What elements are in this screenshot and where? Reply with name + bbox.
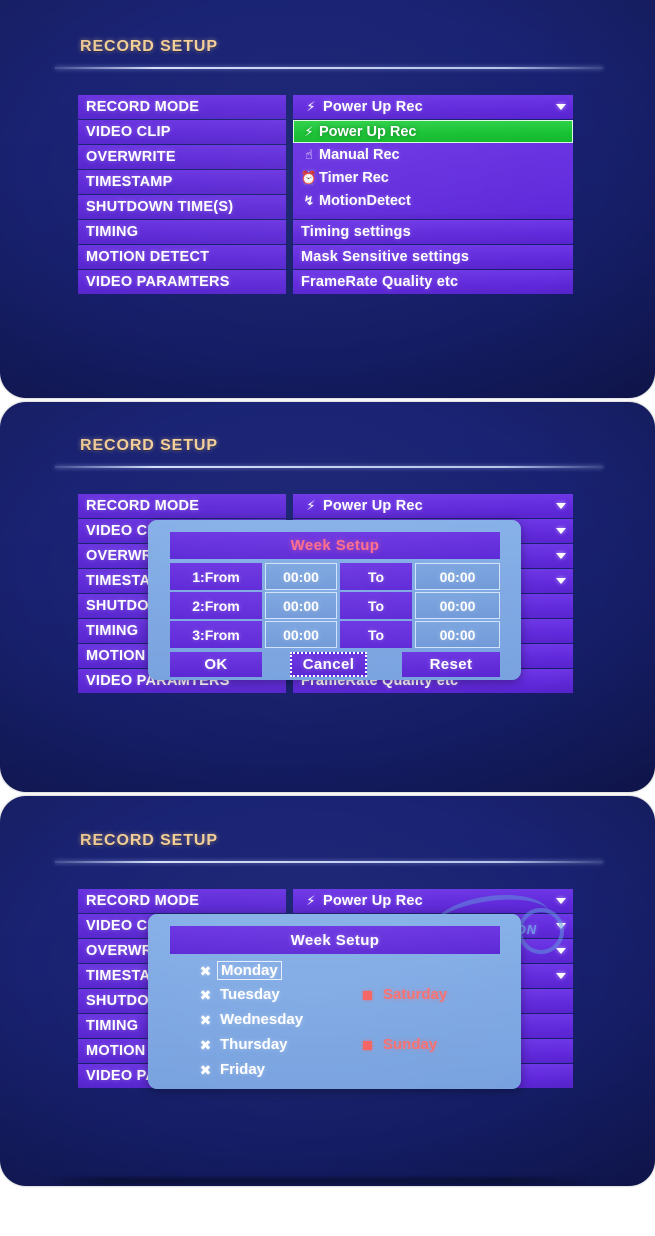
record-setup-screen-dropdown-open: RECORD SETUP RECORD MODE ⚡ Power Up Rec …: [0, 0, 655, 398]
check-mark-icon: ✖: [199, 1011, 212, 1028]
week-setup-days-dialog: Week Setup ✖ Monday ✖ Tuesday ✖ Wednesda…: [148, 914, 521, 1089]
menu-value-video-parameters[interactable]: FrameRate Quality etc: [293, 270, 573, 294]
chevron-down-icon[interactable]: [556, 948, 566, 954]
unchecked-box-icon: [361, 1038, 376, 1052]
title-divider: [55, 466, 603, 468]
week-setup-dialog-title: Week Setup: [170, 926, 500, 954]
dropdown-option-label: Manual Rec: [319, 146, 400, 163]
record-setup-screen-week-times-dialog: RECORD SETUP RECORD MODE ⚡ Power Up Rec …: [0, 402, 655, 792]
time-row-2-from-value[interactable]: 00:00: [265, 592, 337, 619]
power-bolt-icon: ⚡: [306, 99, 316, 114]
day-checkbox-tuesday[interactable]: ✖ Tuesday: [198, 986, 283, 1003]
menu-label-timing: TIMING: [78, 220, 286, 244]
screen-bottom-edge: [40, 1177, 600, 1185]
reset-button[interactable]: Reset: [402, 652, 500, 677]
day-label: Saturday: [383, 986, 448, 1003]
day-label: Sunday: [383, 1036, 438, 1053]
day-checkbox-friday[interactable]: ✖ Friday: [198, 1061, 268, 1078]
dropdown-option-power-up-rec[interactable]: ⚡ Power Up Rec: [293, 120, 573, 143]
chevron-down-icon[interactable]: [556, 898, 566, 904]
page-title: RECORD SETUP: [80, 437, 218, 454]
menu-value-motion-detect[interactable]: Mask Sensitive settings: [293, 245, 573, 269]
time-row-1-from-label: 1:From: [170, 563, 262, 590]
chevron-down-icon[interactable]: [556, 923, 566, 929]
running-person-icon: ↯: [303, 193, 315, 208]
cancel-button[interactable]: Cancel: [290, 652, 367, 677]
day-checkbox-monday[interactable]: ✖ Monday: [198, 961, 282, 980]
menu-value-record-mode-text: Power Up Rec: [323, 498, 423, 514]
menu-label-shutdown-time: SHUTDOWN TIME(S): [78, 195, 286, 219]
time-row-1-from-value[interactable]: 00:00: [265, 563, 337, 590]
menu-label-record-mode: RECORD MODE: [78, 95, 286, 119]
unchecked-box-icon: [361, 988, 376, 1002]
menu-value-motion-detect-text: Mask Sensitive settings: [301, 249, 470, 265]
time-row-1-to-value[interactable]: 00:00: [415, 563, 500, 590]
menu-label-video-parameters: VIDEO PARAMTERS: [78, 270, 286, 294]
week-setup-dialog-title: Week Setup: [170, 532, 500, 559]
chevron-down-icon[interactable]: [556, 553, 566, 559]
time-row-2-to-label: To: [340, 592, 412, 619]
check-mark-icon: ✖: [199, 962, 212, 979]
day-label: Tuesday: [220, 986, 280, 1003]
menu-value-timing-text: Timing settings: [301, 224, 411, 240]
time-row-3-to-label: To: [340, 621, 412, 648]
time-row-3-from-label: 3:From: [170, 621, 262, 648]
menu-value-video-parameters-text: FrameRate Quality etc: [301, 274, 459, 290]
menu-value-record-mode[interactable]: ⚡ Power Up Rec: [293, 95, 573, 119]
ok-button[interactable]: OK: [170, 652, 262, 677]
menu-label-overwrite: OVERWRITE: [78, 145, 286, 169]
check-mark-icon: ✖: [199, 1036, 212, 1053]
day-label: Thursday: [220, 1036, 288, 1053]
day-checkbox-sunday[interactable]: Sunday: [361, 1036, 440, 1053]
time-row-2-to-value[interactable]: 00:00: [415, 592, 500, 619]
chevron-down-icon[interactable]: [556, 503, 566, 509]
dropdown-option-label: Timer Rec: [319, 169, 389, 186]
dropdown-option-label: Power Up Rec: [319, 123, 417, 140]
day-checkbox-saturday[interactable]: Saturday: [361, 986, 450, 1003]
menu-label-video-clip: VIDEO CLIP: [78, 120, 286, 144]
dropdown-option-timer-rec[interactable]: ⏰ Timer Rec: [293, 166, 573, 189]
check-mark-icon: ✖: [199, 1061, 212, 1078]
menu-label-timestamp: TIMESTAMP: [78, 170, 286, 194]
chevron-down-icon[interactable]: [556, 578, 566, 584]
day-label: Friday: [220, 1061, 266, 1078]
menu-label-record-mode: RECORD MODE: [78, 494, 286, 518]
chevron-down-icon[interactable]: [556, 973, 566, 979]
dropdown-option-motion-detect[interactable]: ↯ MotionDetect: [293, 189, 573, 212]
power-bolt-icon: ⚡: [306, 893, 316, 908]
menu-value-record-mode[interactable]: ⚡ Power Up Rec: [293, 494, 573, 518]
page-title: RECORD SETUP: [80, 832, 218, 849]
menu-label-motion-detect: MOTION DETECT: [78, 245, 286, 269]
page-title: RECORD SETUP: [80, 38, 218, 55]
dropdown-option-label: MotionDetect: [319, 192, 411, 209]
time-row-2-from-label: 2:From: [170, 592, 262, 619]
power-bolt-icon: ⚡: [304, 124, 314, 139]
record-mode-dropdown-list[interactable]: ⚡ Power Up Rec ☝ Manual Rec ⏰ Timer Rec …: [293, 120, 573, 214]
menu-label-record-mode: RECORD MODE: [78, 889, 286, 913]
check-mark-icon: ✖: [199, 986, 212, 1003]
time-row-3-from-value[interactable]: 00:00: [265, 621, 337, 648]
menu-value-timing[interactable]: Timing settings: [293, 220, 573, 244]
menu-value-record-mode[interactable]: ⚡ Power Up Rec: [293, 889, 573, 913]
title-divider: [55, 67, 603, 69]
day-label: Wednesday: [220, 1011, 304, 1028]
dropdown-option-manual-rec[interactable]: ☝ Manual Rec: [293, 143, 573, 166]
week-setup-times-dialog: Week Setup 1:From 00:00 To 00:00 2:From …: [148, 520, 521, 680]
time-row-1-to-label: To: [340, 563, 412, 590]
chevron-down-icon[interactable]: [556, 104, 566, 110]
power-bolt-icon: ⚡: [306, 498, 316, 513]
title-divider: [55, 861, 603, 863]
menu-value-record-mode-text: Power Up Rec: [323, 99, 423, 115]
time-row-3-to-value[interactable]: 00:00: [415, 621, 500, 648]
hand-pointer-icon: ☝: [305, 147, 313, 162]
record-setup-screen-week-days-dialog: RECORD SETUP RECORD MODE ⚡ Power Up Rec …: [0, 796, 655, 1186]
chevron-down-icon[interactable]: [556, 528, 566, 534]
day-checkbox-wednesday[interactable]: ✖ Wednesday: [198, 1011, 306, 1028]
day-checkbox-thursday[interactable]: ✖ Thursday: [198, 1036, 291, 1053]
menu-value-record-mode-text: Power Up Rec: [323, 893, 423, 909]
screenshot-stack: RECORD SETUP RECORD MODE ⚡ Power Up Rec …: [0, 0, 655, 1236]
day-label: Monday: [217, 961, 282, 980]
alarm-clock-icon: ⏰: [300, 170, 318, 185]
